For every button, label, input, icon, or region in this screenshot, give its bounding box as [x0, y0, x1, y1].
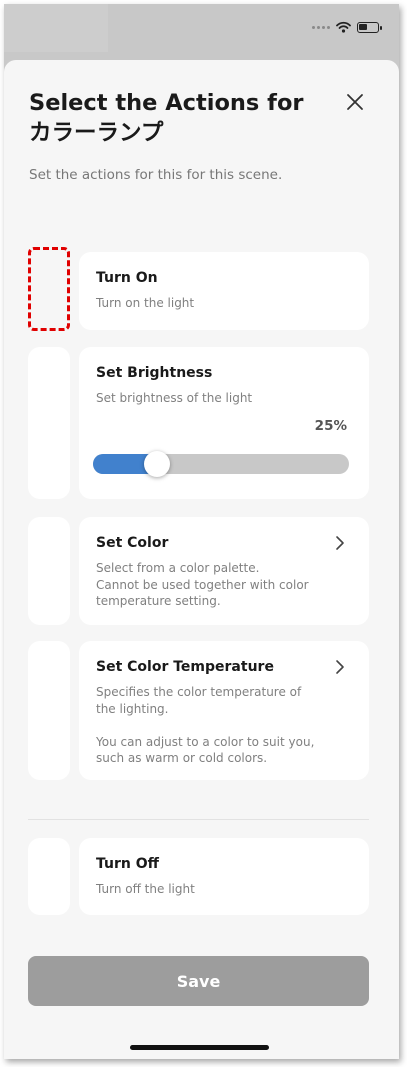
close-button[interactable] — [343, 90, 367, 114]
action-description: Turn on the light — [96, 296, 195, 310]
chevron-right-icon — [336, 536, 344, 550]
section-divider — [28, 819, 369, 820]
status-bar — [4, 4, 399, 60]
action-title: Set Brightness — [96, 365, 213, 381]
checkbox-turn-off[interactable] — [28, 838, 70, 915]
battery-icon — [357, 21, 382, 33]
close-icon — [347, 94, 363, 110]
signal-dots-icon — [312, 25, 330, 29]
action-title: Set Color — [96, 535, 169, 551]
checkbox-turn-on[interactable] — [28, 247, 70, 331]
action-card-turn-on[interactable]: Turn On Turn on the light — [79, 252, 369, 330]
action-description: Set brightness of the light — [96, 391, 253, 405]
checkbox-set-color[interactable] — [28, 517, 70, 625]
action-description: Specifies the color temperature of the l… — [96, 685, 315, 765]
brightness-value: 25% — [314, 418, 347, 434]
action-description: Select from a color palette. Cannot be u… — [96, 561, 309, 608]
page-subtitle: Set the actions for this for this scene. — [29, 167, 283, 183]
brightness-slider[interactable] — [93, 451, 349, 477]
checkbox-set-brightness[interactable] — [28, 347, 70, 499]
action-card-set-brightness: Set Brightness Set brightness of the lig… — [79, 347, 369, 499]
save-button[interactable]: Save — [28, 956, 369, 1006]
action-title: Turn Off — [96, 856, 159, 872]
action-card-turn-off[interactable]: Turn Off Turn off the light — [79, 838, 369, 915]
phone-screen: Select the Actions for カラーランプ Set the ac… — [4, 4, 399, 1059]
action-title: Set Color Temperature — [96, 659, 274, 675]
slider-thumb[interactable] — [144, 451, 170, 477]
wifi-icon — [336, 21, 351, 33]
action-title: Turn On — [96, 270, 158, 286]
action-description: Turn off the light — [96, 882, 195, 896]
action-sheet: Select the Actions for カラーランプ Set the ac… — [4, 60, 399, 1059]
status-icons — [312, 21, 382, 33]
chevron-right-icon — [336, 660, 344, 674]
checkbox-set-color-temperature[interactable] — [28, 641, 70, 780]
page-title: Select the Actions for カラーランプ — [29, 90, 304, 146]
home-indicator — [130, 1045, 269, 1050]
action-card-set-color-temperature[interactable]: Set Color Temperature Specifies the colo… — [79, 641, 369, 780]
status-bar-background — [4, 4, 108, 52]
action-card-set-color[interactable]: Set Color Select from a color palette. C… — [79, 517, 369, 625]
slider-track — [93, 454, 349, 474]
